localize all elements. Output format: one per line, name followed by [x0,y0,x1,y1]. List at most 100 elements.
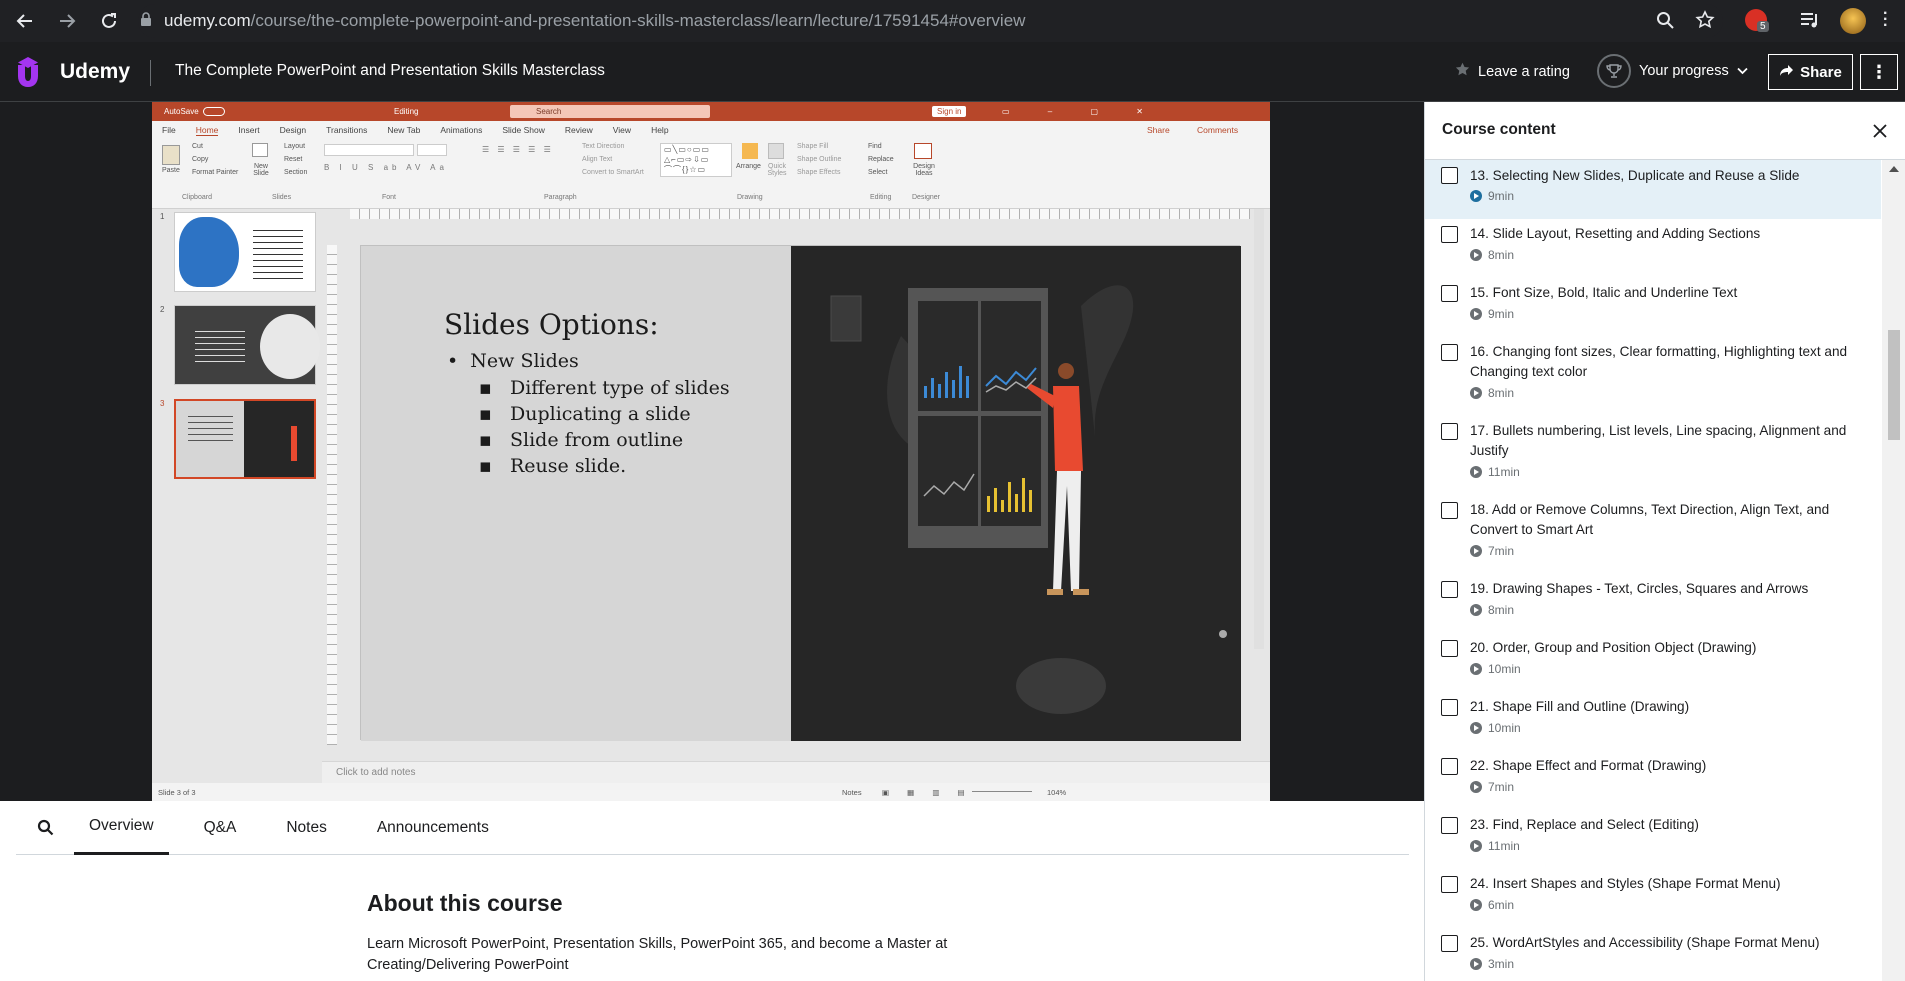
sidebar-scrollbar[interactable] [1882,160,1905,981]
course-title-link[interactable]: The Complete PowerPoint and Presentation… [175,62,605,80]
lecture-checkbox[interactable] [1441,935,1458,952]
reload-icon[interactable] [88,0,130,42]
play-circle-icon [1470,722,1482,734]
lecture-item-15[interactable]: 15. Font Size, Bold, Italic and Underlin… [1425,278,1881,337]
back-icon[interactable] [4,0,46,42]
udemy-logo[interactable]: Udemy [14,55,130,89]
lecture-duration: 8min [1470,248,1514,262]
tab-announcements[interactable]: Announcements [362,801,504,855]
scroll-up-arrow-icon[interactable] [1889,166,1899,172]
ppt-share: Share [1147,125,1170,135]
slide-sub-bullet-4: ▪ Reuse slide. [479,455,627,477]
browser-menu-icon[interactable]: · · · [1883,6,1888,34]
tab-overview[interactable]: Overview [74,801,169,855]
ppt-view-buttons: ▣ ▦ ▥ ▤ [882,787,973,797]
duration-text: 7min [1488,780,1515,794]
ppt-layout: Layout [284,143,306,150]
ppt-title-bar: AutoSave Editing Search Sign in ▭ – ▢ ✕ [152,102,1270,121]
lecture-item-13[interactable]: 13. Selecting New Slides, Duplicate and … [1425,160,1881,219]
slide-sub-bullet-3: ▪ Slide from outline [479,429,684,451]
lecture-item-24[interactable]: 24. Insert Shapes and Styles (Shape Form… [1425,869,1881,928]
ppt-select: Select [868,169,888,176]
lecture-checkbox[interactable] [1441,581,1458,598]
lecture-title: 20. Order, Group and Position Object (Dr… [1470,640,1757,655]
ppt-menu-animations: Animations [440,125,483,135]
sidebar-scroll-thumb[interactable] [1888,330,1900,440]
duration-text: 8min [1488,386,1515,400]
ppt-menu-home: Home [195,124,219,136]
lecture-checkbox[interactable] [1441,817,1458,834]
lecture-item-14[interactable]: 14. Slide Layout, Resetting and Adding S… [1425,219,1881,278]
ppt-group-slides: Slides [272,194,292,201]
lecture-checkbox[interactable] [1441,876,1458,893]
media-queue-icon[interactable] [1800,11,1820,34]
slide-sub-bullet-4-text: Reuse slide. [510,455,627,477]
play-circle-icon [1470,840,1482,852]
duration-text: 3min [1488,957,1515,971]
leave-rating-button[interactable]: Leave a rating [1455,62,1570,81]
lecture-title: 23. Find, Replace and Select (Editing) [1470,817,1699,832]
ppt-slide-thumbnails: 1 2 3 [152,209,322,791]
close-sidebar-icon[interactable] [1867,118,1893,144]
forward-icon[interactable] [46,0,88,42]
lecture-item-19[interactable]: 19. Drawing Shapes - Text, Circles, Squa… [1425,574,1881,633]
lecture-checkbox[interactable] [1441,285,1458,302]
bookmark-star-icon[interactable] [1695,10,1715,35]
slide-thumbnail-2 [174,305,320,385]
share-button[interactable]: Share [1768,54,1853,90]
video-player[interactable]: AutoSave Editing Search Sign in ▭ – ▢ ✕ … [152,102,1270,801]
lecture-item-16[interactable]: 16. Changing font sizes, Clear formattin… [1425,337,1881,416]
ppt-menu-transitions: Transitions [326,125,368,135]
progress-dropdown[interactable]: Your progress [1597,54,1748,88]
ppt-autosave: AutoSave [164,107,199,116]
ppt-font-box [324,144,414,156]
ppt-menu-new-tab: New Tab [387,125,421,135]
ppt-cut: Cut [192,143,203,150]
play-circle-icon [1470,308,1482,320]
zoom-icon[interactable] [1656,11,1674,34]
search-tab[interactable] [16,801,74,855]
duration-text: 7min [1488,544,1515,558]
lecture-checkbox[interactable] [1441,344,1458,361]
about-course-title: About this course [367,890,563,916]
lecture-checkbox[interactable] [1441,423,1458,440]
lecture-list: 13. Selecting New Slides, Duplicate and … [1425,160,1881,981]
ppt-status-bar: Slide 3 of 3 Notes ▣ ▦ ▥ ▤ 104% [152,783,1270,801]
lecture-item-25[interactable]: 25. WordArtStyles and Accessibility (Sha… [1425,928,1881,981]
ppt-shape-fill: Shape Fill [797,143,829,150]
lecture-checkbox[interactable] [1441,758,1458,775]
lecture-title: 16. Changing font sizes, Clear formattin… [1470,344,1848,379]
ppt-group-font: Font [382,194,397,201]
lecture-item-21[interactable]: 21. Shape Fill and Outline (Drawing) 10m… [1425,692,1881,751]
ppt-new-slide: New Slide [253,163,269,177]
lecture-item-23[interactable]: 23. Find, Replace and Select (Editing) 1… [1425,810,1881,869]
video-player-area: AutoSave Editing Search Sign in ▭ – ▢ ✕ … [0,102,1424,801]
ppt-paste: Paste [162,167,180,174]
lecture-checkbox[interactable] [1441,699,1458,716]
ppt-vertical-ruler [327,245,337,745]
ppt-find: Find [868,143,882,150]
lecture-checkbox[interactable] [1441,640,1458,657]
play-circle-icon [1470,958,1482,970]
address-bar[interactable]: udemy.com/course/the-complete-powerpoint… [138,4,1723,38]
more-options-button[interactable]: ⋮ [1860,54,1898,90]
lecture-item-17[interactable]: 17. Bullets numbering, List levels, Line… [1425,416,1881,495]
lecture-duration: 8min [1470,386,1514,400]
lecture-checkbox[interactable] [1441,226,1458,243]
play-circle-icon [1470,899,1482,911]
ppt-design-ideas-icon [914,143,932,159]
profile-avatar[interactable] [1840,8,1866,34]
lecture-item-22[interactable]: 22. Shape Effect and Format (Drawing) 7m… [1425,751,1881,810]
share-arrow-icon [1779,64,1794,81]
play-circle-icon [1470,604,1482,616]
tab-notes[interactable]: Notes [271,801,342,855]
duration-text: 8min [1488,248,1515,262]
lecture-checkbox[interactable] [1441,502,1458,519]
progress-label: Your progress [1639,63,1729,79]
extension-icon[interactable]: 5 [1745,9,1769,32]
lecture-checkbox[interactable] [1441,167,1458,184]
lecture-item-18[interactable]: 18. Add or Remove Columns, Text Directio… [1425,495,1881,574]
tab-qa[interactable]: Q&A [189,801,252,855]
lecture-duration: 10min [1470,662,1521,676]
lecture-item-20[interactable]: 20. Order, Group and Position Object (Dr… [1425,633,1881,692]
